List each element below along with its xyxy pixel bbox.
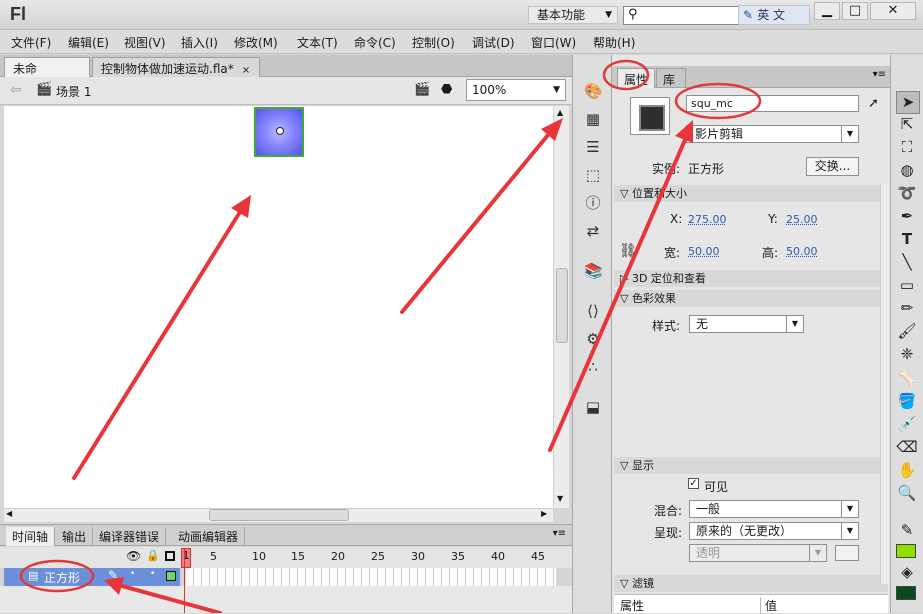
tutorial-annotations xyxy=(19,59,762,613)
red-arrow-to-instance-name xyxy=(548,120,693,452)
red-arrow-to-scrollbar xyxy=(400,118,563,314)
red-circle-instance-name xyxy=(674,82,762,120)
red-circle-properties-tab xyxy=(602,59,650,91)
red-arrow-to-square xyxy=(72,195,251,480)
red-circle-layer-name xyxy=(19,559,95,593)
red-arrow-to-layer xyxy=(104,577,222,613)
